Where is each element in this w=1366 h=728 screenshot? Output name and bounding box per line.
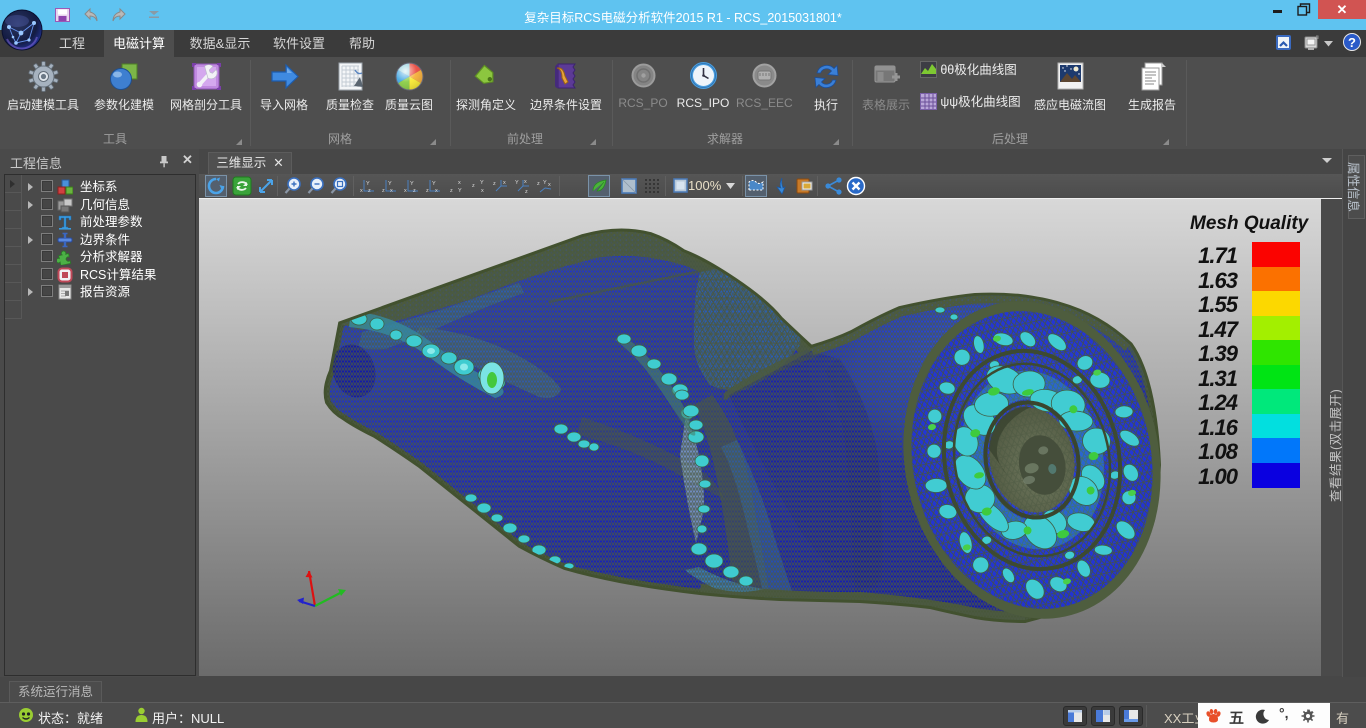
svg-text:x: x (481, 188, 484, 194)
svg-text:z: z (493, 181, 496, 187)
svg-text:Y: Y (432, 181, 436, 187)
svg-text:z: z (472, 183, 475, 189)
svg-text:z: z (426, 188, 429, 194)
svg-text:z: z (368, 188, 371, 194)
svg-text:z: z (413, 188, 416, 194)
svg-text:x: x (435, 188, 438, 194)
svg-text:x: x (458, 180, 461, 186)
svg-text:z: z (525, 189, 528, 195)
svg-text:z: z (537, 181, 540, 187)
svg-text:Y: Y (480, 180, 484, 186)
svg-text:Y: Y (458, 188, 462, 194)
svg-text:z: z (450, 188, 453, 194)
svg-text:x: x (360, 188, 363, 194)
svg-text:x: x (503, 180, 506, 186)
svg-text:x: x (404, 188, 407, 194)
svg-text:Y: Y (410, 181, 414, 187)
svg-text:Y: Y (515, 180, 519, 186)
svg-text:Y: Y (388, 181, 392, 187)
svg-text:x: x (390, 188, 393, 194)
svg-text:x: x (524, 179, 527, 185)
svg-text:z: z (382, 188, 385, 194)
svg-text:Y: Y (366, 181, 370, 187)
svg-text:Y: Y (543, 180, 547, 186)
svg-text:x: x (548, 182, 551, 188)
